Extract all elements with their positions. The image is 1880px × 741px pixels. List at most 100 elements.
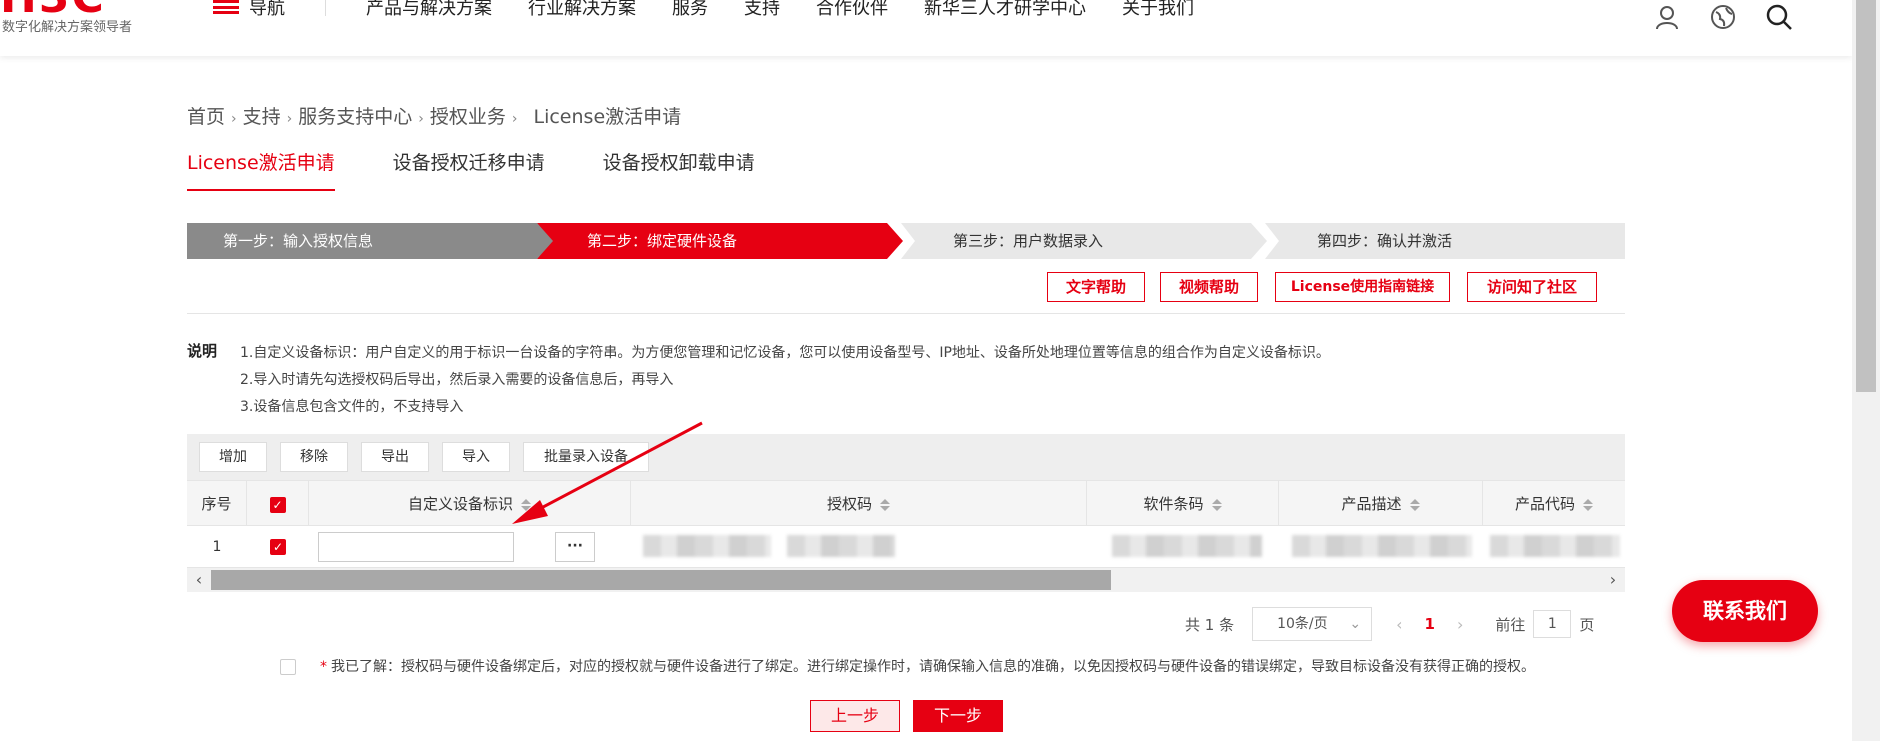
prev-step-button[interactable]: 上一步: [810, 700, 900, 732]
col-index: 序号: [187, 481, 247, 527]
nav-toggle-label[interactable]: 导航: [249, 0, 285, 20]
scroll-left-icon[interactable]: ‹: [187, 568, 211, 592]
notes-label: 说明: [187, 342, 218, 360]
user-icon[interactable]: [1654, 4, 1680, 36]
logo-tagline: 数字化解决方案领导者: [2, 20, 133, 35]
scroll-right-icon[interactable]: ›: [1601, 568, 1625, 592]
col-license-code[interactable]: 授权码: [631, 481, 1087, 527]
row-select-cell: ✓: [247, 526, 309, 568]
sort-icon[interactable]: [880, 498, 890, 511]
col-license-code-label: 授权码: [826, 495, 872, 513]
next-page-icon[interactable]: ›: [1457, 615, 1463, 634]
text-help-button[interactable]: 文字帮助: [1047, 272, 1145, 302]
sort-icon[interactable]: [1409, 498, 1420, 511]
step-1-done: 第一步：输入授权信息: [187, 223, 553, 259]
nav-menu: 导航 产品与解决方案 行业解决方案 服务 支持 合作伙伴 新华三人才研学中心 关…: [213, 0, 1230, 20]
table-toolbar: 增加 移除 导出 导入 批量录入设备: [187, 434, 1625, 480]
nav-link-products[interactable]: 产品与解决方案: [366, 0, 492, 20]
page-scrollbar[interactable]: [1852, 0, 1880, 741]
col-product-code[interactable]: 产品代码: [1483, 481, 1625, 527]
remove-button[interactable]: 移除: [280, 442, 348, 472]
product-code-blurred: [1490, 535, 1620, 557]
breadcrumb: 首页 › 支持 › 服务支持中心 › 授权业务 › License激活申请: [187, 102, 681, 129]
breadcrumb-licensing[interactable]: 授权业务: [430, 106, 506, 128]
software-barcode-blurred: [1112, 535, 1262, 557]
export-button[interactable]: 导出: [361, 442, 429, 472]
sort-icon[interactable]: [521, 498, 531, 511]
col-product-code-label: 产品代码: [1514, 495, 1575, 513]
tab-license-migration[interactable]: 设备授权迁移申请: [393, 148, 545, 191]
col-select-all: ✓: [247, 481, 309, 527]
col-custom-id-label: 自定义设备标识: [407, 495, 513, 513]
col-software-barcode[interactable]: 软件条码: [1087, 481, 1279, 527]
tab-license-activation[interactable]: License激活申请: [187, 148, 335, 191]
col-index-label: 序号: [201, 495, 232, 513]
help-row: 文字帮助 视频帮助 License使用指南链接 访问知了社区: [187, 268, 1625, 314]
col-product-desc-label: 产品描述: [1341, 495, 1402, 513]
chevron-down-icon: ⌄: [1349, 616, 1362, 632]
nav-divider: [325, 0, 326, 16]
agreement-text: * 我已了解：授权码与硬件设备绑定后，对应的授权就与硬件设备进行了绑定。进行绑定操…: [320, 656, 1535, 676]
step-2-active: 第二步：绑定硬件设备: [537, 223, 903, 259]
community-button[interactable]: 访问知了社区: [1467, 272, 1597, 302]
page-size-value: 10条/页: [1277, 616, 1328, 632]
col-product-desc[interactable]: 产品描述: [1279, 481, 1483, 527]
note-line-2: 2.导入时请先勾选授权码后导出，然后录入需要的设备信息后，再导入: [240, 372, 674, 388]
breadcrumb-separator: ›: [418, 111, 424, 127]
custom-id-input[interactable]: [318, 532, 514, 562]
contact-us-button[interactable]: 联系我们: [1672, 580, 1818, 642]
breadcrumb-home[interactable]: 首页: [187, 106, 225, 128]
tab-license-uninstall[interactable]: 设备授权卸载申请: [603, 148, 755, 191]
total-count: 共 1 条: [1185, 615, 1235, 634]
nav-link-about[interactable]: 关于我们: [1122, 0, 1194, 20]
globe-icon[interactable]: [1710, 4, 1736, 36]
nav-link-partners[interactable]: 合作伙伴: [816, 0, 888, 20]
required-star: *: [320, 659, 327, 675]
breadcrumb-service-center[interactable]: 服务支持中心: [298, 106, 412, 128]
step-progress: 第四步：确认并激活 第三步：用户数据录入 第二步：绑定硬件设备 第一步：输入授权…: [187, 223, 1625, 259]
menu-icon[interactable]: [213, 0, 239, 14]
step-4: 第四步：确认并激活: [1265, 223, 1625, 259]
next-step-button[interactable]: 下一步: [913, 700, 1003, 732]
tab-bar: License激活申请 设备授权迁移申请 设备授权卸载申请: [187, 148, 755, 191]
nav-link-talent[interactable]: 新华三人才研学中心: [924, 0, 1086, 20]
col-custom-id[interactable]: 自定义设备标识: [309, 481, 631, 527]
breadcrumb-separator: ›: [511, 111, 518, 127]
page-number[interactable]: 1: [1425, 615, 1435, 633]
breadcrumb-support[interactable]: 支持: [243, 106, 281, 128]
page-scrollbar-thumb[interactable]: [1856, 0, 1876, 392]
more-button[interactable]: ···: [555, 532, 595, 562]
step-3: 第三步：用户数据录入: [901, 223, 1267, 259]
sort-icon[interactable]: [1583, 498, 1593, 511]
license-guide-button[interactable]: License使用指南链接: [1275, 272, 1450, 302]
agreement-label: 我已了解：授权码与硬件设备绑定后，对应的授权就与硬件设备进行了绑定。进行绑定操作…: [331, 659, 1535, 675]
table-horizontal-scrollbar[interactable]: ‹ ›: [187, 568, 1625, 592]
nav-link-service[interactable]: 服务: [672, 0, 708, 20]
nav-link-support[interactable]: 支持: [744, 0, 780, 20]
note-line-3: 3.设备信息包含文件的，不支持导入: [240, 399, 464, 415]
page-size-select[interactable]: 10条/页 ⌄: [1252, 607, 1373, 641]
note-line-1: 1.自定义设备标识：用户自定义的用于标识一台设备的字符串。为方便您管理和记忆设备…: [240, 345, 1330, 361]
notes: 1.自定义设备标识：用户自定义的用于标识一台设备的字符串。为方便您管理和记忆设备…: [240, 340, 1330, 421]
table-scroll-thumb[interactable]: [211, 570, 1111, 590]
nav-link-industry[interactable]: 行业解决方案: [528, 0, 636, 20]
import-button[interactable]: 导入: [442, 442, 510, 472]
goto-page-input[interactable]: 1: [1533, 610, 1572, 638]
goto-label: 前往: [1495, 615, 1526, 634]
video-help-button[interactable]: 视频帮助: [1160, 272, 1258, 302]
license-code-blurred: [643, 535, 771, 557]
breadcrumb-separator: ›: [286, 111, 293, 127]
add-button[interactable]: 增加: [199, 442, 267, 472]
select-all-checkbox[interactable]: ✓: [269, 496, 286, 513]
col-software-barcode-label: 软件条码: [1143, 495, 1204, 513]
batch-entry-button[interactable]: 批量录入设备: [523, 442, 649, 472]
page: H3C 数字化解决方案领导者 导航 产品与解决方案 行业解决方案 服务 支持 合…: [0, 0, 1880, 741]
prev-page-icon[interactable]: ‹: [1396, 615, 1402, 634]
row-checkbox[interactable]: ✓: [270, 539, 286, 555]
agreement-checkbox[interactable]: [280, 659, 296, 675]
search-icon[interactable]: [1766, 4, 1792, 36]
top-navigation: H3C 数字化解决方案领导者 导航 产品与解决方案 行业解决方案 服务 支持 合…: [0, 0, 1852, 56]
product-desc-blurred: [1292, 535, 1472, 557]
nav-actions: [1654, 4, 1792, 36]
sort-icon[interactable]: [1211, 498, 1222, 511]
